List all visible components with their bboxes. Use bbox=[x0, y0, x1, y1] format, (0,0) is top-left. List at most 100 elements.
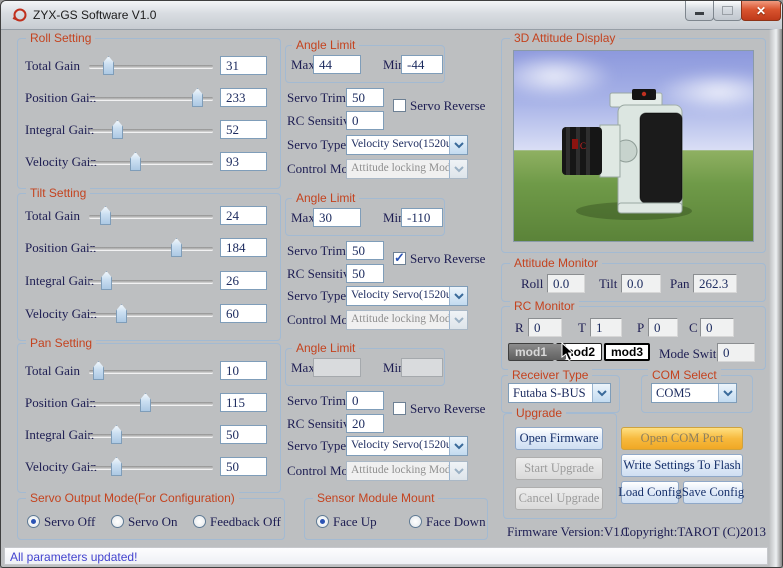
rc-c-label: C bbox=[689, 320, 698, 336]
pan-velocity-gain-value[interactable]: 50 bbox=[220, 457, 267, 476]
tilt-max-label: Max bbox=[291, 210, 315, 226]
chevron-down-icon[interactable] bbox=[592, 384, 610, 402]
open-com-port-button[interactable]: Open COM Port bbox=[621, 427, 743, 450]
cancel-upgrade-button: Cancel Upgrade bbox=[515, 487, 603, 510]
pan-total-gain-slider[interactable] bbox=[89, 361, 213, 381]
tilt-rc-sensitivity-input[interactable]: 50 bbox=[346, 264, 384, 283]
receiver-type-select[interactable]: Futaba S-BUS bbox=[508, 383, 611, 403]
roll-setting-title: Roll Setting bbox=[26, 31, 95, 45]
mod1-button[interactable]: mod1 bbox=[508, 343, 554, 361]
face-up-radio[interactable] bbox=[316, 515, 329, 528]
servo-output-mode-title: Servo Output Mode(For Configuration) bbox=[26, 491, 239, 505]
pan-position-gain-value[interactable]: 115 bbox=[220, 393, 267, 412]
pan-servo-type-select[interactable]: Velocity Servo(1520um) bbox=[346, 436, 468, 456]
load-config-button[interactable]: Load Config bbox=[621, 481, 679, 504]
roll-integral-gain-slider[interactable] bbox=[89, 120, 213, 140]
roll-position-gain-value[interactable]: 233 bbox=[220, 88, 267, 107]
firmware-version-label: Firmware Version:V1.1 bbox=[507, 524, 630, 540]
monitor-roll-label: Roll bbox=[521, 276, 543, 292]
pan-total-gain-value[interactable]: 10 bbox=[220, 361, 267, 380]
tilt-integral-gain-slider[interactable] bbox=[89, 271, 213, 291]
mode-switch-value: 0 bbox=[717, 343, 755, 362]
sensor-mount-title: Sensor Module Mount bbox=[313, 491, 438, 505]
title-bar[interactable]: ZYX-GS Software V1.0 ✕ bbox=[1, 1, 782, 30]
tilt-total-gain-value[interactable]: 24 bbox=[220, 206, 267, 225]
maximize-button bbox=[713, 1, 742, 21]
roll-min-input[interactable]: -44 bbox=[401, 55, 443, 74]
minimize-button[interactable] bbox=[685, 1, 714, 21]
chevron-down-icon[interactable] bbox=[449, 437, 467, 455]
roll-velocity-gain-slider[interactable] bbox=[89, 152, 213, 172]
close-button[interactable]: ✕ bbox=[741, 1, 781, 21]
pan-max-input bbox=[313, 358, 361, 377]
roll-total-gain-slider[interactable] bbox=[89, 56, 213, 76]
tilt-position-gain-slider[interactable] bbox=[89, 238, 213, 258]
roll-max-input[interactable]: 44 bbox=[313, 55, 361, 74]
tilt-servo-trim-input[interactable]: 50 bbox=[346, 241, 384, 260]
roll-position-gain-slider[interactable] bbox=[89, 88, 213, 108]
roll-servo-trim-input[interactable]: 50 bbox=[346, 88, 384, 107]
tilt-integral-gain-label: Integral Gain bbox=[25, 273, 94, 289]
tilt-min-input[interactable]: -110 bbox=[401, 208, 443, 227]
roll-integral-gain-value[interactable]: 52 bbox=[220, 120, 267, 139]
com-select-dropdown[interactable]: COM5 bbox=[651, 383, 737, 403]
tilt-setting-title: Tilt Setting bbox=[26, 186, 90, 200]
chevron-down-icon[interactable] bbox=[449, 287, 467, 305]
face-down-label: Face Down bbox=[426, 514, 486, 530]
roll-velocity-gain-value[interactable]: 93 bbox=[220, 152, 267, 171]
monitor-pan-value: 262.3 bbox=[693, 274, 737, 293]
attitude-display-title: 3D Attitude Display bbox=[510, 31, 619, 45]
roll-servo-reverse-label: Servo Reverse bbox=[410, 98, 485, 114]
app-icon bbox=[12, 7, 28, 23]
roll-integral-gain-label: Integral Gain bbox=[25, 122, 94, 138]
pan-rc-sensitivity-input[interactable]: 20 bbox=[346, 414, 384, 433]
roll-servo-type-select[interactable]: Velocity Servo(1520um) bbox=[346, 135, 468, 155]
rc-p-label: P bbox=[637, 320, 644, 336]
face-up-label: Face Up bbox=[333, 514, 377, 530]
mod3-button[interactable]: mod3 bbox=[604, 343, 650, 361]
tilt-integral-gain-value[interactable]: 26 bbox=[220, 271, 267, 290]
svg-text:C: C bbox=[580, 141, 586, 151]
roll-total-gain-value[interactable]: 31 bbox=[220, 56, 267, 75]
pan-min-input bbox=[401, 358, 443, 377]
tilt-max-input[interactable]: 30 bbox=[313, 208, 361, 227]
pan-servo-trim-input[interactable]: 0 bbox=[346, 391, 384, 410]
roll-rc-sensitivity-input[interactable]: 0 bbox=[346, 111, 384, 130]
tilt-velocity-gain-value[interactable]: 60 bbox=[220, 304, 267, 323]
pan-servo-reverse-label: Servo Reverse bbox=[410, 401, 485, 417]
feedback-off-radio[interactable] bbox=[193, 515, 206, 528]
tilt-servo-type-label: Servo Type bbox=[287, 288, 346, 304]
pan-servo-reverse-checkbox[interactable] bbox=[393, 402, 406, 415]
pan-position-gain-slider[interactable] bbox=[89, 393, 213, 413]
roll-angle-limit-title: Angle Limit bbox=[292, 38, 359, 52]
tilt-velocity-gain-slider[interactable] bbox=[89, 304, 213, 324]
rc-t-value: 1 bbox=[590, 318, 622, 337]
chevron-down-icon[interactable] bbox=[718, 384, 736, 402]
pan-integral-gain-value[interactable]: 50 bbox=[220, 425, 267, 444]
mouse-cursor bbox=[561, 342, 575, 362]
chevron-down-icon bbox=[449, 160, 467, 178]
servo-off-radio[interactable] bbox=[27, 515, 40, 528]
servo-on-radio[interactable] bbox=[111, 515, 124, 528]
tilt-servo-reverse-checkbox[interactable] bbox=[393, 252, 406, 265]
chevron-down-icon[interactable] bbox=[449, 136, 467, 154]
tilt-position-gain-label: Position Gain bbox=[25, 240, 96, 256]
roll-velocity-gain-label: Velocity Gain bbox=[25, 154, 97, 170]
tilt-position-gain-value[interactable]: 184 bbox=[220, 238, 267, 257]
window-title: ZYX-GS Software V1.0 bbox=[33, 8, 156, 22]
roll-position-gain-label: Position Gain bbox=[25, 90, 96, 106]
window-frame-edge bbox=[769, 29, 782, 567]
roll-servo-reverse-checkbox[interactable] bbox=[393, 99, 406, 112]
status-message: All parameters updated! bbox=[10, 550, 137, 564]
pan-velocity-gain-slider[interactable] bbox=[89, 457, 213, 477]
save-config-button[interactable]: Save Config bbox=[683, 481, 743, 504]
roll-servo-trim-label: Servo Trim bbox=[287, 90, 346, 106]
open-firmware-button[interactable]: Open Firmware bbox=[515, 427, 603, 450]
pan-integral-gain-slider[interactable] bbox=[89, 425, 213, 445]
face-down-radio[interactable] bbox=[409, 515, 422, 528]
write-settings-button[interactable]: Write Settings To Flash bbox=[621, 454, 743, 477]
tilt-servo-type-select[interactable]: Velocity Servo(1520um) bbox=[346, 286, 468, 306]
pan-max-label: Max bbox=[291, 360, 315, 376]
tilt-total-gain-slider[interactable] bbox=[89, 206, 213, 226]
tilt-total-gain-label: Total Gain bbox=[25, 208, 80, 224]
